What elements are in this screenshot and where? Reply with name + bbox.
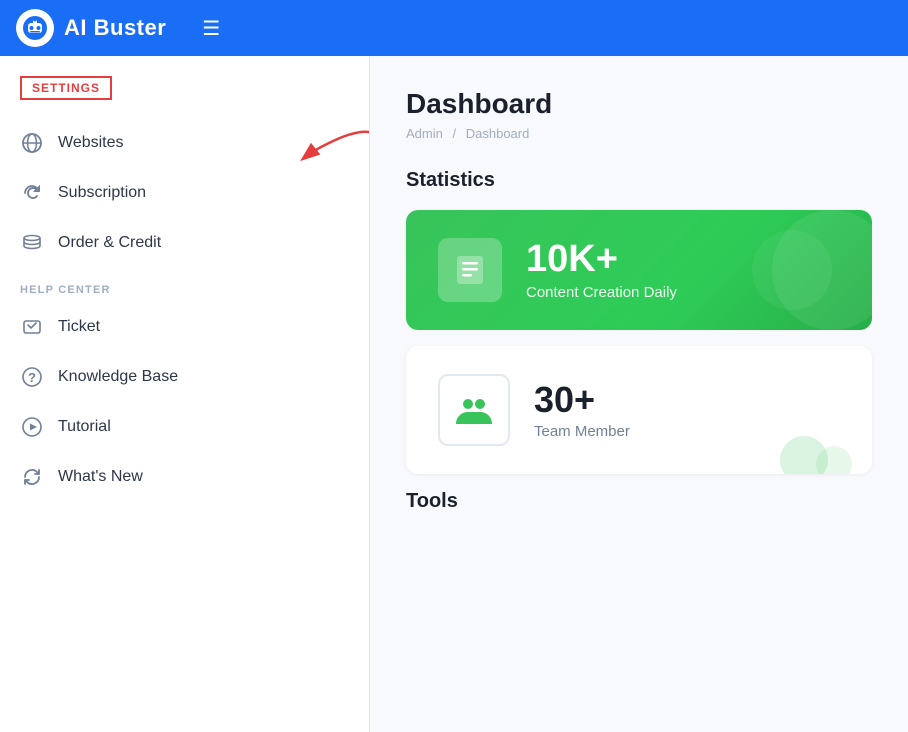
sidebar-item-whats-new[interactable]: What's New — [0, 452, 369, 502]
logo-text: AI Buster — [64, 15, 166, 41]
svg-text:?: ? — [28, 370, 36, 385]
breadcrumb-current: Dashboard — [466, 126, 530, 141]
page-title: Dashboard — [406, 88, 872, 120]
team-member-number: 30+ — [534, 380, 630, 420]
sidebar-item-order-credit[interactable]: Order & Credit — [0, 218, 369, 268]
main-content: Dashboard Admin / Dashboard Statistics 1… — [370, 56, 908, 732]
content-creation-number: 10K+ — [526, 239, 677, 281]
breadcrumb: Admin / Dashboard — [406, 126, 872, 141]
help-center-label: HELP CENTER — [0, 268, 369, 302]
sidebar-label-whats-new: What's New — [58, 468, 143, 486]
logo-icon — [16, 9, 54, 47]
content-icon-box — [438, 238, 502, 302]
settings-badge: SETTINGS — [20, 76, 112, 100]
hamburger-icon[interactable]: ☰ — [202, 16, 220, 41]
sidebar: SETTINGS Websites — [0, 56, 370, 732]
statistics-title: Statistics — [406, 169, 872, 192]
deco-circle-2 — [816, 446, 852, 474]
sidebar-item-knowledge-base[interactable]: ? Knowledge Base — [0, 352, 369, 402]
content-creation-text: 10K+ Content Creation Daily — [526, 239, 677, 302]
breadcrumb-admin: Admin — [406, 126, 443, 141]
question-icon: ? — [20, 365, 44, 389]
sidebar-item-ticket[interactable]: Ticket — [0, 302, 369, 352]
team-icon-box — [438, 374, 510, 446]
stack-icon — [20, 231, 44, 255]
refresh-cw-icon — [20, 465, 44, 489]
globe-icon — [20, 131, 44, 155]
team-member-card: 30+ Team Member — [406, 346, 872, 474]
sidebar-label-ticket: Ticket — [58, 318, 100, 336]
team-member-label: Team Member — [534, 423, 630, 440]
sidebar-label-knowledge-base: Knowledge Base — [58, 368, 178, 386]
sidebar-item-tutorial[interactable]: Tutorial — [0, 402, 369, 452]
team-member-text: 30+ Team Member — [534, 380, 630, 441]
breadcrumb-separator: / — [452, 126, 456, 141]
content-creation-label: Content Creation Daily — [526, 284, 677, 301]
sidebar-label-websites: Websites — [58, 134, 124, 152]
sidebar-label-subscription: Subscription — [58, 184, 146, 202]
sidebar-label-order-credit: Order & Credit — [58, 234, 161, 252]
decorative-circles — [780, 436, 852, 474]
video-icon — [20, 415, 44, 439]
sidebar-item-subscription[interactable]: Subscription — [0, 168, 369, 218]
content-creation-card: 10K+ Content Creation Daily — [406, 210, 872, 330]
red-arrow-annotation — [299, 123, 370, 163]
refresh-icon — [20, 181, 44, 205]
ticket-icon — [20, 315, 44, 339]
sidebar-item-websites[interactable]: Websites — [0, 118, 369, 168]
app-header: AI Buster ☰ — [0, 0, 908, 56]
tools-title: Tools — [406, 490, 872, 513]
logo: AI Buster — [16, 9, 166, 47]
sidebar-label-tutorial: Tutorial — [58, 418, 111, 436]
